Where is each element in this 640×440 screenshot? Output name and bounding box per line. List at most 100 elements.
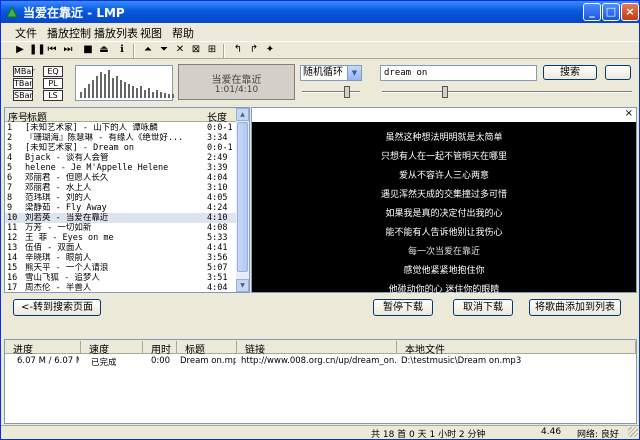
playlist-header: 序号 标题 长度 [5, 108, 237, 124]
cancel-download-button[interactable]: 取消下载 [453, 299, 513, 316]
list-item[interactable]: 1 [未知艺术家] - 山下的人 谭咏麟 0:0-1 [5, 123, 237, 133]
col-time[interactable]: 用时 [143, 341, 177, 356]
list-item[interactable]: 17 周杰伦 - 半兽人 4:04 [5, 283, 237, 292]
add-to-playlist-button[interactable]: 将歌曲添加到列表 [529, 299, 621, 316]
resize-grip[interactable] [628, 427, 638, 437]
menu-help[interactable]: 帮助 [172, 25, 194, 41]
close-button[interactable]: × [621, 3, 639, 21]
pause-download-button[interactable]: 暂停下载 [373, 299, 433, 316]
menu-playlist[interactable]: 播放列表 [94, 25, 138, 41]
list-item-title: [未知艺术家] - Dream on [25, 143, 135, 153]
menu-bar: 文件 播放控制 播放列表 视图 帮助 [1, 23, 639, 41]
pin-icon[interactable]: ✦ [263, 43, 277, 57]
list-item[interactable]: 13 伍佰 - 双面人 4:41 [5, 243, 237, 253]
list-item-length: 4:24 [207, 203, 228, 213]
back-to-search-button[interactable]: <-转到搜索页面 [13, 299, 101, 316]
lyric-line: 每一次当爱在靠近 [407, 247, 480, 257]
lyric-line: 遇见浑然天成的交集撞过多可惜 [380, 190, 507, 200]
list-item[interactable]: 12 王 菲 - Eyes on me 5:33 [5, 233, 237, 243]
search-input[interactable]: dream on [380, 65, 537, 81]
volume-slider[interactable] [302, 86, 360, 98]
list-item[interactable]: 7 邓丽君 - 水上人 3:10 [5, 183, 237, 193]
tbar-button[interactable]: TBar [13, 78, 33, 89]
col-num[interactable]: 序号 [8, 109, 28, 124]
menu-view[interactable]: 视图 [140, 25, 162, 41]
info-icon[interactable]: ℹ [115, 43, 129, 57]
eject-icon[interactable]: ⏏ [97, 43, 111, 57]
playlist-scrollbar[interactable]: ▲ ▼ [236, 108, 249, 292]
delete-icon[interactable]: ✕ [173, 43, 187, 57]
col-length[interactable]: 长度 [207, 109, 227, 124]
seek-slider[interactable] [382, 86, 632, 98]
list-item[interactable]: 16 雪山飞狐 - 追梦人 3:51 [5, 273, 237, 283]
list-item[interactable]: 9 梁静茹 - Fly Away 4:24 [5, 203, 237, 213]
lyric-line: 爱从不容许人三心两意 [398, 171, 489, 181]
close-icon[interactable]: × [625, 108, 633, 119]
menu-playback[interactable]: 播放控制 [47, 25, 91, 41]
col-title[interactable]: 标题 [27, 109, 47, 124]
col-link[interactable]: 链接 [237, 341, 397, 356]
menu-file[interactable]: 文件 [15, 25, 37, 41]
list-item-num: 9 [7, 203, 13, 213]
chevron-down-icon[interactable]: ▼ [347, 66, 361, 80]
mbar-button[interactable]: MBar [13, 66, 35, 77]
list-item[interactable]: 5 helene - Je M'Appelle Helene 3:39 [5, 163, 237, 173]
toolbar-separator [133, 44, 135, 58]
col-title[interactable]: 标题 [177, 341, 237, 356]
spectrum-bar [120, 80, 122, 98]
col-speed[interactable]: 速度 [81, 341, 143, 356]
spectrum-bar [152, 92, 154, 98]
seek-slider-thumb[interactable] [442, 86, 448, 98]
title-bar[interactable]: 当爱在靠近 - LMP _ □ × [1, 1, 639, 23]
list-item-length: 3:39 [207, 163, 228, 173]
sbar-button[interactable]: SBar [13, 90, 33, 101]
prev-icon[interactable]: ⏮ [45, 43, 59, 57]
maximize-button[interactable]: □ [602, 3, 620, 21]
stop-icon[interactable]: ■ [81, 43, 95, 57]
scroll-up-icon[interactable]: ▲ [236, 108, 249, 121]
list-item[interactable]: 14 辛晓琪 - 眼前人 3:56 [5, 253, 237, 263]
spectrum-bar [100, 72, 102, 98]
volume-slider-thumb[interactable] [344, 86, 350, 98]
back-icon[interactable]: ↰ [231, 43, 245, 57]
list-item[interactable]: 2 『珊瑚海』陈慧琳 - 有缘人《绝世好... 3:34 [5, 133, 237, 143]
next-icon[interactable]: ⏭ [61, 43, 75, 57]
list-item[interactable]: 6 邓丽君 - 但愿人长久 4:04 [5, 173, 237, 183]
pause-icon[interactable]: ❚❚ [29, 43, 46, 57]
play-icon[interactable]: ▶ [13, 43, 27, 57]
list-item[interactable]: 15 熊天平 - 一个人请浪 5:07 [5, 263, 237, 273]
download-row[interactable]: 6.07 M / 6.07 M 已完成 0:00 Dream on.mp3 ht… [5, 356, 636, 368]
forward-icon[interactable]: ↱ [247, 43, 261, 57]
list-item[interactable]: 3 [未知艺术家] - Dream on 0:0-1 [5, 143, 237, 153]
list-item-num: 8 [7, 193, 13, 203]
scroll-thumb[interactable] [237, 122, 248, 272]
list-item-length: 0:0-1 [207, 143, 233, 153]
scroll-down-icon[interactable]: ▼ [236, 279, 249, 292]
playlist-remove-icon[interactable]: ⏷ [157, 43, 171, 57]
shuffle-icon[interactable]: ⊞ [205, 43, 219, 57]
list-item[interactable]: 11 万芳 - 一切如新 4:08 [5, 223, 237, 233]
spectrum-visualizer [75, 65, 174, 101]
list-item[interactable]: 8 范玮琪 - 刘的人 4:05 [5, 193, 237, 203]
col-local-file[interactable]: 本地文件 [397, 341, 636, 356]
list-item[interactable]: 10 刘若英 - 当爱在靠近 4:10 [5, 213, 237, 223]
eq-button[interactable]: EQ [43, 66, 63, 77]
ls-button[interactable]: LS [43, 90, 63, 101]
col-progress[interactable]: 进度 [5, 341, 81, 356]
extra-button[interactable] [605, 65, 631, 80]
dl-time: 0:00 [151, 356, 171, 366]
select-icon[interactable]: ⊠ [189, 43, 203, 57]
pl-button[interactable]: PL [43, 78, 63, 89]
list-item-num: 6 [7, 173, 13, 183]
lyric-line: 如果我是真的决定付出我的心 [385, 209, 503, 219]
list-item-num: 14 [7, 253, 18, 263]
list-item-length: 3:56 [207, 253, 228, 263]
play-mode-select[interactable]: 随机循环 ▼ [300, 65, 362, 81]
playlist-add-icon[interactable]: ⏶ [141, 43, 155, 57]
playlist-panel: 序号 标题 长度 1 [未知艺术家] - 山下的人 谭咏麟 0:0-1 2 『珊瑚海』陈… [4, 107, 250, 293]
minimize-button[interactable]: _ [583, 3, 601, 21]
dl-title: Dream on.mp3 [180, 356, 236, 366]
search-button[interactable]: 搜索 [543, 65, 597, 80]
list-item[interactable]: 4 Bjack - 谈有人会管 2:49 [5, 153, 237, 163]
list-item-num: 16 [7, 273, 18, 283]
